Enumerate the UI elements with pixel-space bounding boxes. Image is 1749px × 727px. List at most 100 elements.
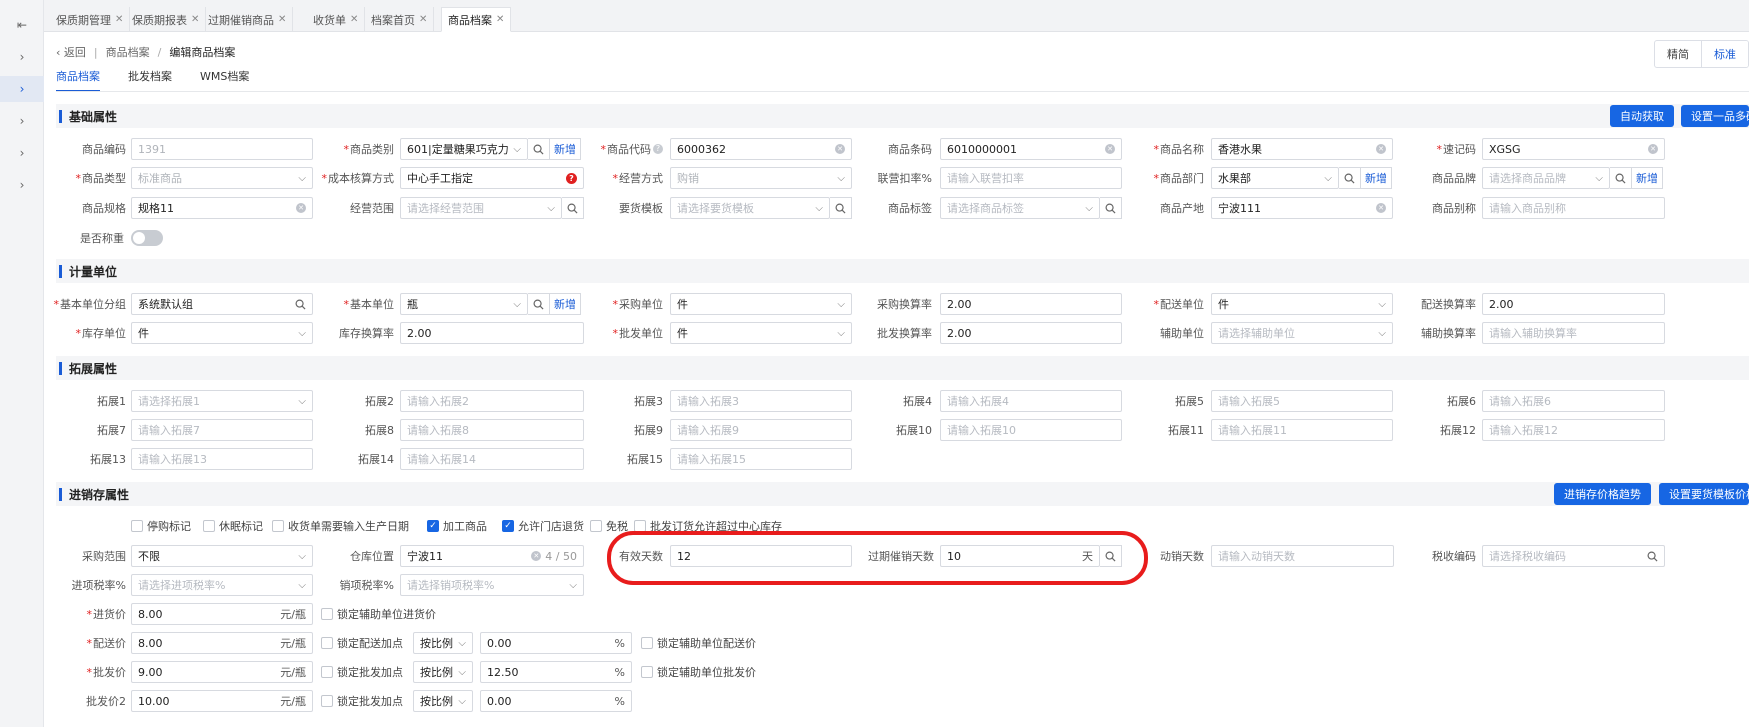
output-tax-select[interactable]: 请选择销项税率% ⌵ [400, 574, 584, 596]
set-template-price-button[interactable]: 设置要货模板价格 [1659, 483, 1749, 505]
subtab-wms[interactable]: WMS档案 [200, 68, 249, 92]
clear-icon[interactable]: ✕ [531, 551, 542, 561]
collapse-icon[interactable]: ⇤ [0, 12, 44, 38]
ext-field-12[interactable]: 请输入拓展12 [1482, 419, 1665, 441]
close-icon[interactable]: ✕ [191, 14, 199, 25]
dept-select[interactable]: 水果部 ⌵ [1211, 167, 1339, 189]
ext-field-9[interactable]: 请输入拓展9 [670, 419, 852, 441]
close-icon[interactable]: ✕ [278, 14, 286, 25]
subtab-wholesale[interactable]: 批发档案 [128, 68, 172, 92]
tax-code-field[interactable]: 请选择税收编码 [1482, 545, 1665, 567]
aux-unit-select[interactable]: 请选择辅助单位 ⌵ [1211, 322, 1393, 344]
tab-expiry-report[interactable]: 保质期报表 ✕ [126, 7, 207, 32]
chevron-right-icon[interactable]: › [0, 172, 44, 198]
ext-field-1[interactable]: 请选择拓展1 ⌵ [131, 390, 313, 412]
ext-field-11[interactable]: 请输入拓展11 [1211, 419, 1393, 441]
tab-receipt[interactable]: 收货单 ✕ [307, 7, 366, 32]
close-icon[interactable]: ✕ [115, 14, 123, 25]
origin-field[interactable]: 宁波111 ✕ [1211, 197, 1393, 219]
move-days-field[interactable]: 请输入动销天数 [1211, 545, 1394, 567]
ext-field-15[interactable]: 请输入拓展15 [670, 448, 852, 470]
scope-select[interactable]: 请选择经营范围 ⌵ [400, 197, 562, 219]
tab-expired-goods[interactable]: 过期催销商品 ✕ [202, 7, 294, 32]
ext-field-14[interactable]: 请输入拓展14 [400, 448, 584, 470]
tag-search-button[interactable] [1100, 197, 1122, 219]
buy-price-field[interactable]: 8.00 元/瓶 [131, 603, 313, 625]
view-simple-button[interactable]: 精简 [1655, 41, 1701, 67]
weigh-toggle[interactable] [131, 230, 163, 246]
whole-add-value-field[interactable]: 12.50% [480, 661, 632, 683]
help-icon[interactable]: ? [653, 144, 663, 154]
memo-code-field[interactable]: XGSG ✕ [1482, 138, 1665, 160]
base-unit-search-button[interactable] [528, 293, 550, 315]
chevron-right-icon[interactable]: › [0, 44, 44, 70]
location-field[interactable]: 宁波11 ✕ 4 / 50 [400, 545, 584, 567]
subtab-product[interactable]: 商品档案 [56, 68, 100, 92]
stock-unit-select[interactable]: 件 ⌵ [131, 322, 313, 344]
ext-field-6[interactable]: 请输入拓展6 [1482, 390, 1665, 412]
alias-field[interactable]: 请输入商品别称 [1482, 197, 1665, 219]
product-code-field[interactable]: 1391 [131, 138, 313, 160]
auto-get-button[interactable]: 自动获取 [1610, 105, 1674, 127]
wholesale-unit-select[interactable]: 件 ⌵ [670, 322, 852, 344]
cost-method-select[interactable]: 中心手工指定? [400, 167, 584, 189]
set-multi-code-button[interactable]: 设置一品多码 [1681, 105, 1749, 127]
dist-add-mode-select[interactable]: 按比例 ⌵ [413, 632, 473, 654]
brand-new-link[interactable]: 新增 [1632, 167, 1663, 189]
lock-aux-dist-checkbox[interactable]: 锁定辅助单位配送价 [641, 635, 756, 651]
clear-icon[interactable]: ✕ [1648, 144, 1658, 154]
brand-select[interactable]: 请选择商品品牌 ⌵ [1482, 167, 1610, 189]
purchase-unit-select[interactable]: 件 ⌵ [670, 293, 852, 315]
lock-aux-whole-checkbox[interactable]: 锁定辅助单位批发价 [641, 664, 756, 680]
tab-expiry-management[interactable]: 保质期管理 ✕ [50, 7, 131, 32]
breadcrumb-parent[interactable]: 商品档案 [106, 44, 150, 60]
chevron-right-icon[interactable]: › [0, 108, 44, 134]
lock-dist-add-checkbox[interactable]: 锁定配送加点 [321, 635, 403, 651]
close-icon[interactable]: ✕ [496, 14, 504, 25]
wholesale-rate-field[interactable]: 2.00 [940, 322, 1122, 344]
chevron-right-icon[interactable]: › [0, 140, 44, 166]
template-search-button[interactable] [830, 197, 852, 219]
ext-field-5[interactable]: 请输入拓展5 [1211, 390, 1393, 412]
category-select[interactable]: 601|定量糖果巧克力 ⌵ [400, 138, 528, 160]
clear-icon[interactable]: ✕ [1376, 144, 1386, 154]
clear-icon[interactable]: ✕ [1376, 203, 1386, 213]
price-trend-button[interactable]: 进销存价格趋势 [1554, 483, 1651, 505]
flag-checkbox-3[interactable]: 收货单需要输入生产日期 [272, 518, 409, 534]
name-field[interactable]: 香港水果 ✕ [1211, 138, 1393, 160]
biz-mode-select[interactable]: 购销 ⌵ [670, 167, 852, 189]
stock-rate-field[interactable]: 2.00 [400, 322, 584, 344]
category-search-button[interactable] [528, 138, 550, 160]
whole2-add-value-field[interactable]: 0.00% [480, 690, 632, 712]
ext-field-8[interactable]: 请输入拓展8 [400, 419, 584, 441]
tab-archive-home[interactable]: 档案首页 ✕ [365, 7, 435, 32]
lock-whole2-add-checkbox[interactable]: 锁定批发加点 [321, 693, 403, 709]
dist-price-field[interactable]: 8.00 元/瓶 [131, 632, 313, 654]
flag-checkbox-4[interactable]: ✓ 加工商品 [427, 518, 487, 534]
clear-icon[interactable]: ✕ [835, 144, 845, 154]
close-icon[interactable]: ✕ [419, 14, 427, 25]
tag-select[interactable]: 请选择商品标签 ⌵ [940, 197, 1100, 219]
brand-search-button[interactable] [1610, 167, 1632, 189]
wholesale-price2-field[interactable]: 10.00 元/瓶 [131, 690, 313, 712]
purchase-rate-field[interactable]: 2.00 [940, 293, 1122, 315]
lock-aux-buy-checkbox[interactable]: 锁定辅助单位进货价 [321, 606, 436, 622]
dist-unit-select[interactable]: 件 ⌵ [1211, 293, 1393, 315]
back-link[interactable]: ‹ 返回 [56, 44, 86, 60]
dist-rate-field[interactable]: 2.00 [1482, 293, 1665, 315]
input-tax-select[interactable]: 请选择进项税率% ⌵ [131, 574, 313, 596]
base-unit-new-link[interactable]: 新增 [550, 293, 581, 315]
ext-field-10[interactable]: 请输入拓展10 [940, 419, 1122, 441]
barcode-field[interactable]: 6010000001 ✕ [940, 138, 1122, 160]
wholesale-price-field[interactable]: 9.00 元/瓶 [131, 661, 313, 683]
flag-checkbox-6[interactable]: 免税 [590, 518, 628, 534]
chevron-right-icon[interactable]: › [0, 76, 44, 102]
unit-group-field[interactable]: 系统默认组 [131, 293, 313, 315]
view-standard-button[interactable]: 标准 [1701, 41, 1748, 67]
spec-field[interactable]: 规格11 ✕ [131, 197, 313, 219]
ext-field-13[interactable]: 请输入拓展13 [131, 448, 313, 470]
dist-add-value-field[interactable]: 0.00% [480, 632, 632, 654]
clear-icon[interactable]: ✕ [296, 203, 306, 213]
flag-checkbox-1[interactable]: 停购标记 [131, 518, 191, 534]
aux-rate-field[interactable]: 请输入辅助换算率 [1482, 322, 1665, 344]
